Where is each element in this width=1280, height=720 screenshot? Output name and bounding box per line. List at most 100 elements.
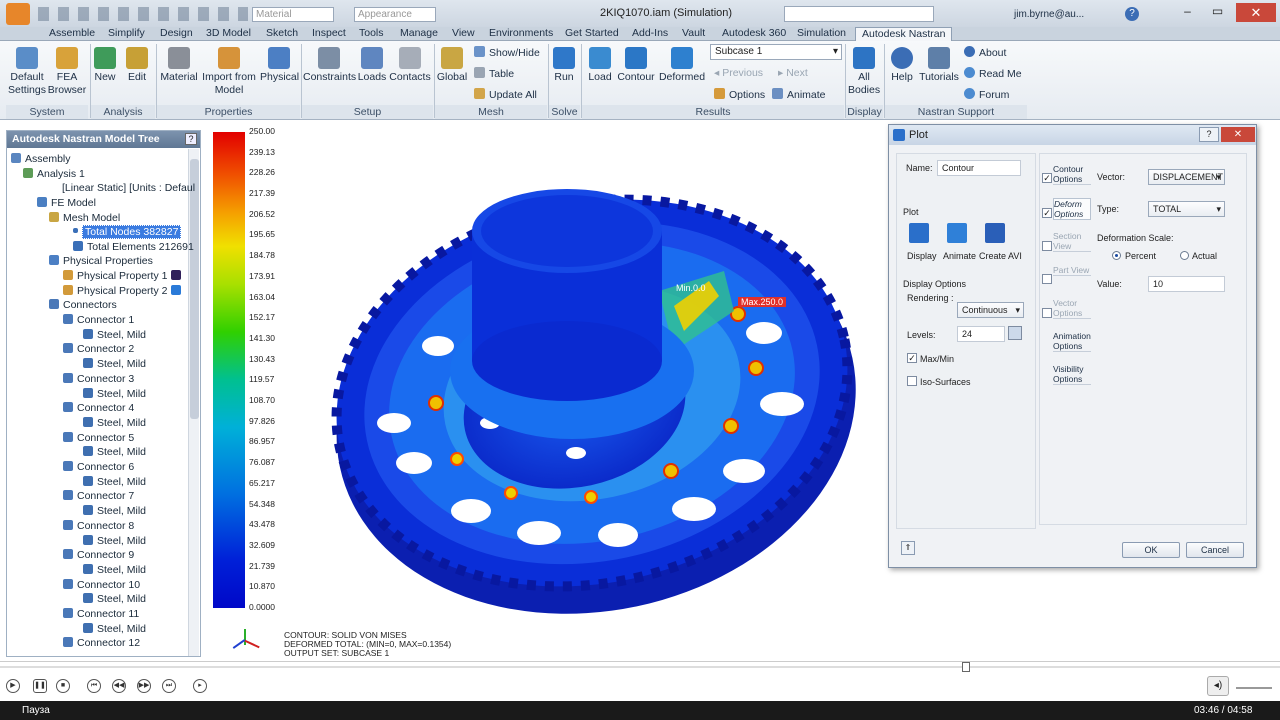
play-icon[interactable]: ▶ [6, 679, 20, 693]
tree-node-material[interactable]: Steel, Mild [83, 357, 146, 371]
tree-node-material[interactable]: Steel, Mild [83, 622, 146, 636]
collapse-icon[interactable]: ⇑ [901, 541, 915, 555]
stop-icon[interactable]: ■ [56, 679, 70, 693]
max-min-checkbox[interactable]: ✓ [907, 353, 917, 363]
pause-icon[interactable]: ❚❚ [33, 679, 47, 693]
tutorials-button[interactable]: Tutorials [918, 47, 960, 84]
percent-radio[interactable] [1112, 251, 1121, 260]
tree-node-connector[interactable]: Connector 7 [63, 489, 134, 503]
help-button[interactable]: Help [888, 47, 916, 84]
name-field[interactable]: Contour [937, 160, 1021, 176]
tab-assemble[interactable]: Assemble [49, 27, 95, 41]
volume-slider[interactable] [1236, 687, 1272, 689]
help-icon[interactable]: ? [1125, 7, 1139, 21]
tab-contour-options[interactable]: Contour Options [1053, 164, 1091, 185]
deform-options-checkbox[interactable]: ✓ [1042, 208, 1052, 218]
load-results-button[interactable]: Load [584, 47, 616, 84]
new-analysis-button[interactable]: New [92, 47, 118, 84]
tab-inspect[interactable]: Inspect [312, 27, 346, 41]
vector-select[interactable]: DISPLACEMENT [1148, 169, 1225, 185]
tree-node-connector[interactable]: Connector 12 [63, 636, 140, 650]
display-button[interactable]: Display [907, 251, 937, 261]
animate-button[interactable]: Animate [772, 88, 826, 101]
tree-node-assembly[interactable]: Assembly [11, 152, 71, 166]
tab-3d-model[interactable]: 3D Model [206, 27, 251, 41]
tree-node-fe-model[interactable]: FE Model [37, 196, 96, 210]
gear-model-render[interactable] [204, 121, 887, 661]
graphics-viewport[interactable]: Min.0.0 Max.250.0 [204, 121, 887, 661]
dialog-close-button[interactable]: ✕ [1221, 127, 1255, 142]
tree-node-material[interactable]: Steel, Mild [83, 504, 146, 518]
tab-vault[interactable]: Vault [682, 27, 705, 41]
tab-get-started[interactable]: Get Started [565, 27, 619, 41]
loads-button[interactable]: Loads [356, 47, 388, 84]
rendering-select[interactable]: Continuous [957, 302, 1024, 318]
all-bodies-button[interactable]: All Bodies [848, 47, 880, 97]
physical-button[interactable]: Physical [260, 47, 299, 84]
tree-node-connector[interactable]: Connector 1 [63, 313, 134, 327]
appearance-select[interactable]: Appearance [354, 7, 436, 22]
tree-node-material[interactable]: Steel, Mild [83, 563, 146, 577]
tab-add-ins[interactable]: Add-Ins [632, 27, 668, 41]
app-logo[interactable] [6, 3, 30, 25]
tab-simplify[interactable]: Simplify [108, 27, 145, 41]
levels-field[interactable]: 24 [957, 326, 1005, 342]
tree-node-material[interactable]: Steel, Mild [83, 416, 146, 430]
create-avi-button[interactable]: Create AVI [979, 251, 1022, 261]
constraints-button[interactable]: Constraints [303, 47, 356, 84]
tab-part-view[interactable]: Part View [1053, 265, 1091, 276]
tree-node-total-elements[interactable]: Total Elements 212691 [73, 240, 194, 254]
tree-help-icon[interactable]: ? [185, 133, 197, 145]
options-button[interactable]: Options [714, 88, 765, 101]
show-hide-button[interactable]: Show/Hide [474, 46, 540, 59]
tab-section-view[interactable]: Section View [1053, 231, 1091, 252]
tree-node-material[interactable]: Steel, Mild [83, 475, 146, 489]
user-name[interactable]: jim.byrne@au... [1014, 9, 1084, 20]
about-link[interactable]: About [964, 46, 1006, 59]
edit-analysis-button[interactable]: Edit [124, 47, 150, 84]
type-select[interactable]: TOTAL [1148, 201, 1225, 217]
tab-vector-options[interactable]: Vector Options [1053, 298, 1091, 319]
tab-environments[interactable]: Environments [489, 27, 553, 41]
quick-access-toolbar[interactable] [38, 7, 248, 21]
volume-icon[interactable]: ◂) [1207, 676, 1229, 696]
display-icon[interactable] [909, 223, 929, 243]
tab-deform-options[interactable]: Deform Options [1053, 198, 1091, 220]
skip-back-icon[interactable]: ⏮ [87, 679, 101, 693]
import-from-model-button[interactable]: Import from Model [200, 47, 258, 97]
model-tree-header[interactable]: Autodesk Nastran Model Tree [7, 131, 200, 148]
run-button[interactable]: Run [551, 47, 577, 84]
tab-sketch[interactable]: Sketch [266, 27, 298, 41]
forward-icon[interactable]: ▶▶ [137, 679, 151, 693]
tree-node-connector[interactable]: Connector 9 [63, 548, 134, 562]
material-select[interactable]: Material [252, 7, 334, 22]
iso-surfaces-checkbox[interactable] [907, 376, 917, 386]
tree-node-connector[interactable]: Connector 6 [63, 460, 134, 474]
dialog-help-button[interactable]: ? [1199, 127, 1219, 142]
tab-animation-options[interactable]: Animation Options [1053, 331, 1091, 352]
subcase-select[interactable]: Subcase 1 ▾ [710, 44, 842, 60]
tab-visibility-options[interactable]: Visibility Options [1053, 364, 1091, 385]
tree-node-material[interactable]: Steel, Mild [83, 445, 146, 459]
tab-tools[interactable]: Tools [359, 27, 384, 41]
progress-track[interactable] [0, 666, 1280, 668]
tab-simulation[interactable]: Simulation [797, 27, 846, 41]
previous-button[interactable]: ◂ Previous [714, 67, 763, 79]
material-button[interactable]: Material [159, 47, 199, 84]
forum-link[interactable]: Forum [964, 88, 1009, 101]
tree-node-connector[interactable]: Connector 10 [63, 578, 140, 592]
table-button[interactable]: Table [474, 67, 514, 80]
tab-view[interactable]: View [452, 27, 475, 41]
tree-scrollbar[interactable] [188, 149, 199, 656]
animate-icon[interactable] [947, 223, 967, 243]
cancel-button[interactable]: Cancel [1186, 542, 1244, 558]
levels-picker-icon[interactable] [1008, 326, 1022, 340]
tree-node-mesh-model[interactable]: Mesh Model [49, 211, 120, 225]
search-input[interactable] [784, 6, 934, 22]
part-view-checkbox[interactable] [1042, 274, 1052, 284]
tree-node-material[interactable]: Steel, Mild [83, 592, 146, 606]
tree-node-connector[interactable]: Connector 5 [63, 431, 134, 445]
rewind-icon[interactable]: ◀◀ [112, 679, 126, 693]
tree-node-material[interactable]: Steel, Mild [83, 387, 146, 401]
contour-options-checkbox[interactable]: ✓ [1042, 173, 1052, 183]
